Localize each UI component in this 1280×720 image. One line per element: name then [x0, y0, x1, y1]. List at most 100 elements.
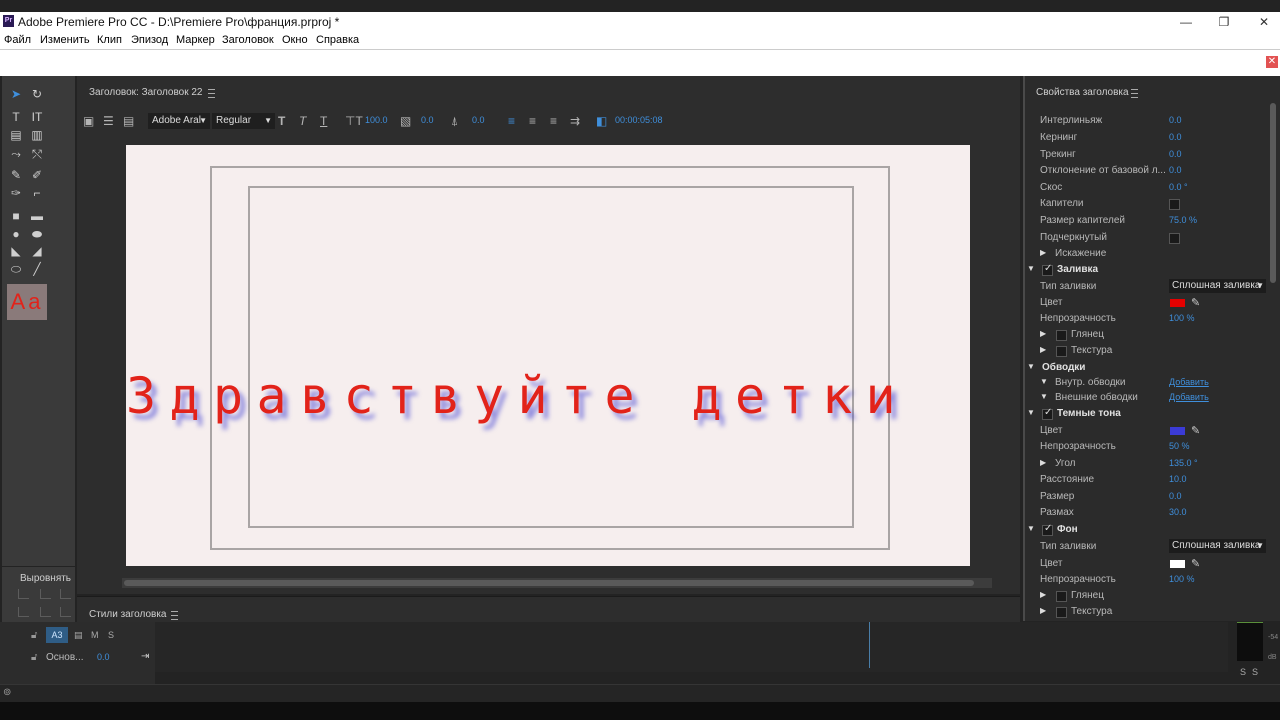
maximize-button[interactable]: ❐ — [1204, 12, 1244, 32]
prop-section-fill[interactable]: ▼ Заливка — [1025, 263, 1265, 278]
go-to-end-icon[interactable]: ⇥ — [141, 651, 149, 662]
wedge-tool-icon[interactable]: ◣ — [8, 244, 24, 258]
expand-triangle-icon[interactable]: ▶ — [1040, 345, 1046, 354]
vertical-area-type-tool-icon[interactable]: ▥ — [29, 128, 45, 142]
menu-sequence[interactable]: Эпизод — [131, 34, 168, 46]
texture-checkbox[interactable] — [1056, 607, 1067, 618]
prop-section-shadow[interactable]: ▼ Темные тона — [1025, 407, 1265, 422]
eyedropper-icon[interactable]: ✎ — [1191, 296, 1200, 309]
caps-checkbox[interactable] — [1169, 199, 1180, 210]
track-target-a3[interactable]: A3 — [46, 627, 68, 643]
collapse-triangle-icon[interactable]: ▼ — [1027, 408, 1035, 417]
font-size-value[interactable]: 100.0 — [365, 115, 388, 125]
italic-icon[interactable]: T — [299, 114, 306, 128]
pen-tool-icon[interactable]: ✎ — [8, 168, 24, 182]
title-canvas[interactable]: Здравствуйте детки — [126, 145, 970, 566]
tab-stops-icon[interactable]: ⇉ — [570, 114, 580, 128]
font-style-dropdown[interactable]: Regular ▼ — [212, 113, 275, 129]
vertical-path-type-tool-icon[interactable]: ⤲ — [29, 147, 45, 161]
leading-value[interactable]: 0.0 — [421, 115, 434, 125]
align-text-center-icon[interactable]: ≡ — [529, 114, 536, 128]
collapse-triangle-icon[interactable]: ▼ — [1027, 264, 1035, 273]
type-tool-icon[interactable]: T — [8, 110, 24, 124]
prop-value[interactable]: 0.0 — [1169, 165, 1182, 175]
timeline-playhead[interactable] — [869, 622, 870, 668]
prop-value[interactable]: 135.0 ° — [1169, 458, 1198, 468]
gloss-checkbox[interactable] — [1056, 330, 1067, 341]
path-type-tool-icon[interactable]: ⤳ — [8, 147, 24, 161]
title-text-object[interactable]: Здравствуйте детки — [126, 367, 970, 425]
panel-menu-icon[interactable] — [171, 611, 178, 620]
prop-row-texture[interactable]: ▶ Текстура — [1025, 345, 1265, 359]
collapse-triangle-icon[interactable]: ▼ — [1027, 524, 1035, 533]
solo-left-button[interactable]: S — [1240, 667, 1246, 677]
scrollbar-thumb[interactable] — [1270, 103, 1276, 283]
font-family-dropdown[interactable]: Adobe Aral ▼ — [148, 113, 210, 129]
fill-checkbox[interactable] — [1042, 263, 1053, 276]
delete-anchor-tool-icon[interactable]: ✐ — [29, 168, 45, 182]
panel-menu-icon[interactable] — [208, 89, 215, 98]
prop-row-bg-texture[interactable]: ▶ Текстура — [1025, 606, 1265, 620]
prop-value[interactable]: 0.0 ° — [1169, 182, 1188, 192]
collapse-triangle-icon[interactable]: ▼ — [1040, 392, 1048, 401]
rounded-corner-tool-icon[interactable]: ⬬ — [29, 227, 45, 241]
clipped-corner-tool-icon[interactable]: ● — [8, 227, 24, 241]
style-preview-swatch[interactable]: Aa — [7, 284, 47, 320]
panel-menu-icon[interactable] — [1131, 89, 1138, 98]
master-volume-value[interactable]: 0.0 — [97, 652, 110, 662]
properties-scrollbar[interactable] — [1268, 99, 1278, 619]
lock-icon[interactable]: 🔓︎ — [31, 630, 37, 641]
kerning-value[interactable]: 0.0 — [472, 115, 485, 125]
rotation-tool-icon[interactable]: ↻ — [29, 87, 45, 101]
align-left-icon[interactable] — [18, 589, 29, 599]
align-top-icon[interactable] — [18, 607, 29, 617]
underline-checkbox[interactable] — [1169, 233, 1180, 244]
solo-right-button[interactable]: S — [1252, 667, 1258, 677]
arc-tool-icon[interactable]: ◢ — [29, 244, 45, 258]
prop-value[interactable]: 0.0 — [1169, 132, 1182, 142]
scrollbar-thumb[interactable] — [124, 580, 974, 586]
new-title-icon[interactable]: ▣ — [83, 114, 94, 128]
texture-checkbox[interactable] — [1056, 346, 1067, 357]
underline-icon[interactable]: T — [320, 114, 327, 128]
align-center-icon[interactable] — [40, 589, 51, 599]
sync-settings-icon[interactable]: ⊚ — [3, 687, 11, 698]
align-bottom-icon[interactable] — [60, 607, 71, 617]
gloss-checkbox[interactable] — [1056, 591, 1067, 602]
rounded-rectangle-tool-icon[interactable]: ▬ — [29, 209, 45, 223]
menu-marker[interactable]: Маркер — [176, 34, 215, 46]
menu-help[interactable]: Справка — [316, 34, 359, 46]
minimize-button[interactable]: — — [1166, 12, 1206, 32]
selection-tool-icon[interactable]: ➤ — [8, 87, 24, 101]
align-text-left-icon[interactable]: ≡ — [508, 114, 515, 128]
bold-icon[interactable]: T — [278, 114, 285, 128]
prop-row-bg-gloss[interactable]: ▶ Глянец — [1025, 590, 1265, 604]
shadow-color-swatch[interactable] — [1170, 427, 1185, 435]
align-middle-icon[interactable] — [40, 607, 51, 617]
templates-icon[interactable]: ▤ — [123, 114, 134, 128]
track-sync-icon[interactable]: ▤ — [74, 630, 83, 641]
collapse-triangle-icon[interactable]: ▼ — [1040, 377, 1048, 386]
close-icon[interactable]: ✕ — [1266, 56, 1278, 68]
solo-button[interactable]: S — [108, 630, 114, 640]
prop-value[interactable]: 30.0 — [1169, 507, 1187, 517]
prop-row-distortion[interactable]: ▶ Искажение — [1025, 248, 1265, 262]
menu-title[interactable]: Заголовок — [222, 34, 274, 46]
expand-triangle-icon[interactable]: ▶ — [1040, 606, 1046, 615]
convert-anchor-tool-icon[interactable]: ⌐ — [29, 186, 45, 200]
bg-color-swatch[interactable] — [1170, 560, 1185, 568]
prop-section-strokes[interactable]: ▼ Обводки — [1025, 362, 1265, 376]
prop-section-background[interactable]: ▼ Фон — [1025, 523, 1265, 538]
expand-triangle-icon[interactable]: ▶ — [1040, 329, 1046, 338]
background-checkbox[interactable] — [1042, 523, 1053, 536]
menu-clip[interactable]: Клип — [97, 34, 122, 46]
prop-value[interactable]: 100 % — [1169, 313, 1195, 323]
background-video-icon[interactable]: ◧ — [596, 114, 607, 128]
roll-crawl-options-icon[interactable]: ☰ — [103, 114, 114, 128]
fill-color-swatch[interactable] — [1170, 299, 1185, 307]
line-tool-icon[interactable]: ╱ — [29, 262, 45, 276]
expand-triangle-icon[interactable]: ▶ — [1040, 248, 1046, 257]
menu-file[interactable]: Файл — [4, 34, 31, 46]
align-text-right-icon[interactable]: ≡ — [550, 114, 557, 128]
collapse-triangle-icon[interactable]: ▼ — [1027, 362, 1035, 371]
